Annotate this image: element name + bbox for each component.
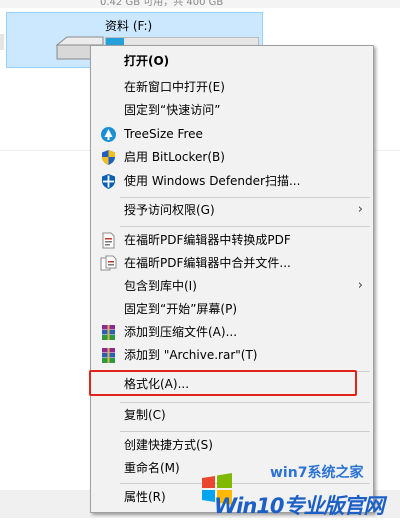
menu-item-pin-start[interactable]: 固定到“开始”屏幕(P) (91, 298, 373, 320)
menu-item-label: TreeSize Free (124, 127, 203, 141)
menu-item-pdf-convert[interactable]: 在福昕PDF编辑器中转换成PDF (91, 229, 373, 251)
menu-item-label: 启用 BitLocker(B) (124, 150, 225, 164)
menu-item-label: 使用 Windows Defender扫描... (124, 174, 301, 188)
menu-item-label: 在福昕PDF编辑器中转换成PDF (124, 233, 291, 247)
menu-item-label: 在福昕PDF编辑器中合并文件... (124, 256, 291, 270)
pdf-convert-icon (102, 232, 115, 249)
menu-item-label: 复制(C) (124, 408, 166, 422)
menu-item-grant-access[interactable]: 授予访问权限(G) › (91, 199, 373, 221)
winrar-icon (102, 348, 115, 363)
context-menu: 打开(O) 在新窗口中打开(E) 固定到“快速访问” TreeSize Free… (89, 45, 374, 513)
drive-name: 资料 (F:) (105, 19, 153, 33)
menu-item-open[interactable]: 打开(O) (91, 50, 373, 72)
menu-item-label: 包含到库中(I) (124, 279, 197, 293)
menu-item-label: 添加到压缩文件(A)... (124, 325, 238, 339)
left-pane-edge (0, 34, 4, 50)
menu-item-defender-scan[interactable]: 使用 Windows Defender扫描... (91, 170, 373, 192)
menu-item-label: 在新窗口中打开(E) (124, 80, 225, 94)
watermark-line2: Win10专业版官网 (214, 494, 385, 518)
menu-item-label: 添加到 "Archive.rar"(T) (124, 348, 258, 362)
menu-item-label: 授予访问权限(G) (124, 203, 215, 217)
treesize-icon (101, 127, 116, 142)
menu-item-open-new-window[interactable]: 在新窗口中打开(E) (91, 76, 373, 98)
menu-item-add-archive-rar[interactable]: 添加到 "Archive.rar"(T) (91, 344, 373, 366)
menu-item-bitlocker[interactable]: 启用 BitLocker(B) (91, 146, 373, 168)
pdf-merge-icon (100, 255, 117, 271)
submenu-arrow-icon: › (357, 278, 363, 293)
watermark-line1: win7系统之家 (270, 465, 364, 481)
menu-item-label: 固定到“开始”屏幕(P) (124, 302, 238, 316)
defender-icon (102, 174, 115, 189)
menu-separator (120, 431, 370, 432)
menu-separator (120, 197, 370, 198)
menu-item-add-archive[interactable]: 添加到压缩文件(A)... (91, 321, 373, 343)
drive-space-text: 0.42 GB 可用，共 400 GB (100, 0, 224, 8)
menu-item-label: 重命名(M) (124, 461, 180, 475)
menu-item-pin-quick-access[interactable]: 固定到“快速访问” (91, 99, 373, 121)
menu-item-pdf-merge[interactable]: 在福昕PDF编辑器中合并文件... (91, 252, 373, 274)
menu-item-label: 打开(O) (124, 54, 170, 68)
submenu-arrow-icon: › (357, 202, 363, 217)
winrar-icon (102, 325, 115, 340)
menu-item-label: 格式化(A)... (124, 377, 190, 391)
menu-separator (120, 402, 370, 403)
menu-item-include-library[interactable]: 包含到库中(I) › (91, 275, 373, 297)
shield-icon (102, 150, 115, 165)
menu-separator (120, 226, 370, 227)
menu-item-label: 固定到“快速访问” (124, 103, 221, 117)
watermark: win7系统之家 Win10专业版官网 (200, 462, 400, 518)
menu-item-create-shortcut[interactable]: 创建快捷方式(S) (91, 434, 373, 456)
menu-item-treesize[interactable]: TreeSize Free (91, 123, 373, 145)
menu-item-label: 创建快捷方式(S) (124, 438, 213, 452)
menu-item-copy[interactable]: 复制(C) (91, 404, 373, 426)
menu-item-label: 属性(R) (124, 490, 166, 504)
menu-item-format[interactable]: 格式化(A)... (89, 370, 373, 396)
